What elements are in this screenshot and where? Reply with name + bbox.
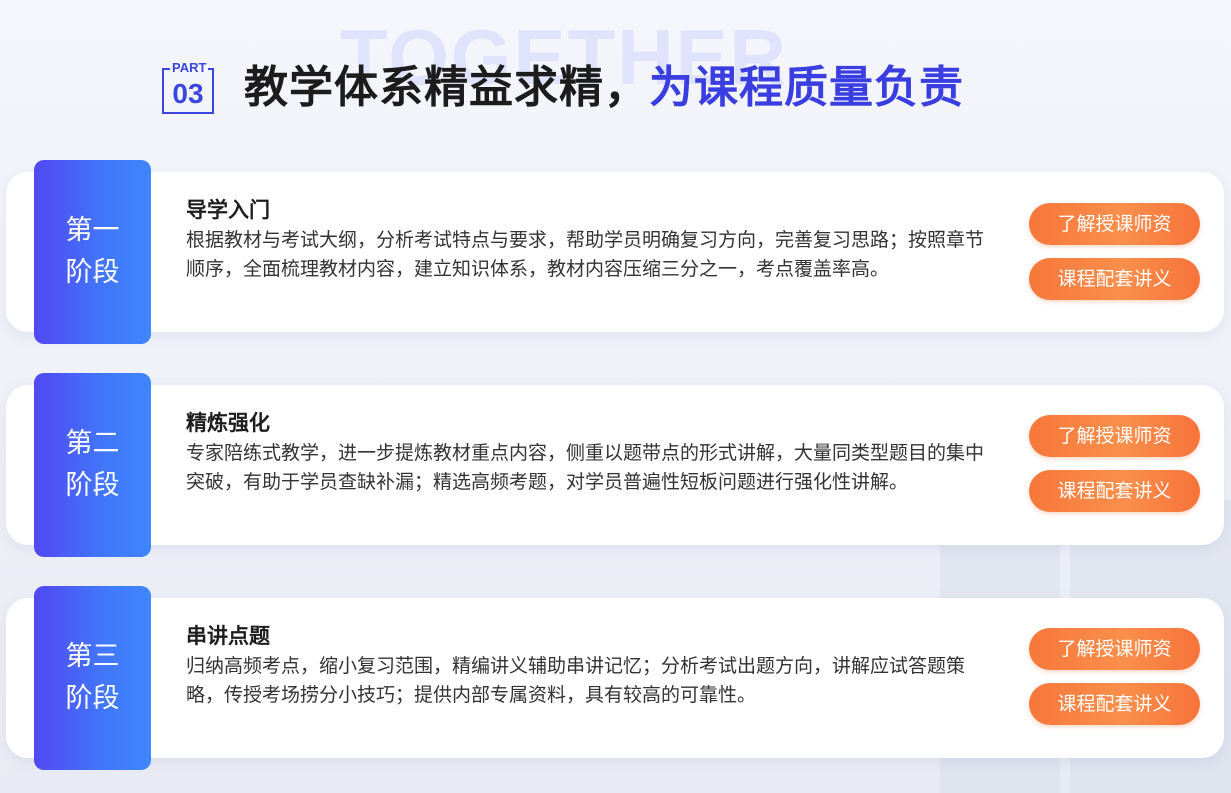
page-title: 教学体系精益求精，为课程质量负责 [244, 58, 964, 118]
stage-content: 导学入门 根据教材与考试大纲，分析考试特点与要求，帮助学员明确复习方向，完善复习… [186, 196, 998, 284]
stage-tab-label: 第一 [65, 215, 120, 246]
part-label: PART [170, 60, 209, 76]
stage-card-1: 导学入门 根据教材与考试大纲，分析考试特点与要求，帮助学员明确复习方向，完善复习… [6, 172, 1224, 332]
page-title-accent: 为课程质量负责 [649, 62, 964, 113]
part-badge: PART 03 [162, 60, 218, 116]
stage-tab-label: 第二 [65, 428, 120, 459]
page-title-main: 教学体系精益求精， [244, 62, 649, 113]
stage-tab-label: 阶段 [65, 470, 120, 501]
materials-button[interactable]: 课程配套讲义 [1029, 470, 1200, 512]
materials-button[interactable]: 课程配套讲义 [1029, 258, 1200, 300]
stage-content: 精炼强化 专家陪练式教学，进一步提炼教材重点内容，侧重以题带点的形式讲解，大量同… [186, 409, 998, 497]
teachers-button[interactable]: 了解授课师资 [1029, 203, 1200, 245]
stage-title: 精炼强化 [186, 411, 270, 435]
stage-card-2: 精炼强化 专家陪练式教学，进一步提炼教材重点内容，侧重以题带点的形式讲解，大量同… [6, 385, 1224, 545]
stage-card-3: 串讲点题 归纳高频考点，缩小复习范围，精编讲义辅助串讲记忆；分析考试出题方向，讲… [6, 598, 1224, 758]
stage-tab-3: 第三 阶段 [34, 586, 151, 770]
teachers-button[interactable]: 了解授课师资 [1029, 415, 1200, 457]
stage-title: 串讲点题 [186, 624, 270, 648]
part-number: 03 [172, 78, 204, 109]
stage-content: 串讲点题 归纳高频考点，缩小复习范围，精编讲义辅助串讲记忆；分析考试出题方向，讲… [186, 622, 998, 710]
stage-description: 根据教材与考试大纲，分析考试特点与要求，帮助学员明确复习方向，完善复习思路；按照… [186, 229, 985, 280]
materials-button[interactable]: 课程配套讲义 [1029, 683, 1200, 725]
stage-tab-2: 第二 阶段 [34, 373, 151, 557]
stage-tab-label: 阶段 [65, 683, 120, 714]
stage-description: 专家陪练式教学，进一步提炼教材重点内容，侧重以题带点的形式讲解，大量同类型题目的… [186, 442, 985, 493]
stage-description: 归纳高频考点，缩小复习范围，精编讲义辅助串讲记忆；分析考试出题方向，讲解应试答题… [186, 655, 966, 706]
stage-tab-label: 阶段 [65, 257, 120, 288]
stage-tab-1: 第一 阶段 [34, 160, 151, 344]
stage-tab-label: 第三 [65, 641, 120, 672]
section-header: PART 03 教学体系精益求精，为课程质量负责 [162, 58, 964, 118]
stage-title: 导学入门 [186, 198, 270, 222]
teachers-button[interactable]: 了解授课师资 [1029, 628, 1200, 670]
